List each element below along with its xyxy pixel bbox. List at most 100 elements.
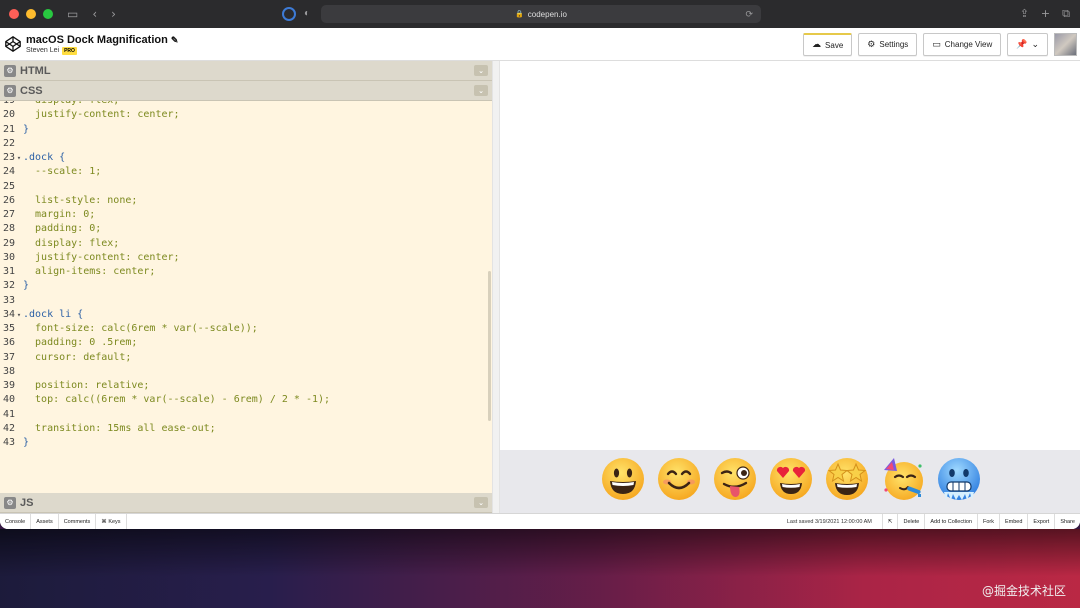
- forward-icon[interactable]: ›: [111, 7, 116, 21]
- code-line[interactable]: 34 ▾ .dock li {: [0, 308, 330, 322]
- code-line[interactable]: 20 justify-content: center;: [0, 108, 330, 122]
- fold-toggle-icon[interactable]: [15, 251, 23, 265]
- code-line[interactable]: 38: [0, 365, 330, 379]
- export-button[interactable]: Export: [1027, 514, 1054, 529]
- code-line[interactable]: 29 display: flex;: [0, 237, 330, 251]
- share-icon[interactable]: ⇪: [1020, 7, 1029, 21]
- code-line[interactable]: 19 display: flex;: [0, 101, 330, 108]
- fold-toggle-icon[interactable]: [15, 322, 23, 336]
- code-line[interactable]: 31 align-items: center;: [0, 265, 330, 279]
- shield-icon[interactable]: ◐: [304, 8, 310, 19]
- css-panel-header[interactable]: ⚙ CSS ⌄: [0, 81, 492, 101]
- close-window-button[interactable]: [9, 9, 19, 19]
- fold-toggle-icon[interactable]: [15, 436, 23, 450]
- zoom-window-button[interactable]: [43, 9, 53, 19]
- gear-icon[interactable]: ⚙: [4, 84, 16, 97]
- author-name[interactable]: Steven Lei: [26, 47, 59, 54]
- code-line[interactable]: 33: [0, 294, 330, 308]
- keys-button[interactable]: ⌘ Keys: [96, 514, 127, 529]
- code-line[interactable]: 42 transition: 15ms all ease-out;: [0, 422, 330, 436]
- fold-toggle-icon[interactable]: ▾: [15, 308, 23, 322]
- cold-face-icon[interactable]: [936, 456, 982, 502]
- code-line[interactable]: 37 cursor: default;: [0, 351, 330, 365]
- fold-toggle-icon[interactable]: [15, 351, 23, 365]
- grinning-face-icon[interactable]: [600, 456, 646, 502]
- code-line[interactable]: 28 padding: 0;: [0, 222, 330, 236]
- codepen-logo-icon[interactable]: [5, 36, 21, 52]
- html-panel-header[interactable]: ⚙ HTML ⌄: [0, 61, 492, 81]
- code-line[interactable]: 36 padding: 0 .5rem;: [0, 336, 330, 350]
- winking-tongue-face-icon[interactable]: [712, 456, 758, 502]
- heart-eyes-face-icon[interactable]: [768, 456, 814, 502]
- chevron-down-icon[interactable]: ⌄: [474, 85, 488, 96]
- css-code-editor[interactable]: 19 display: flex;20 justify-content: cen…: [0, 101, 492, 492]
- reload-icon[interactable]: ⟳: [745, 9, 753, 20]
- star-struck-face-icon[interactable]: [824, 456, 870, 502]
- smiling-face-icon[interactable]: [656, 456, 702, 502]
- fold-toggle-icon[interactable]: [15, 237, 23, 251]
- fold-toggle-icon[interactable]: [15, 279, 23, 293]
- js-panel-header[interactable]: ⚙ JS ⌄: [0, 493, 492, 513]
- fold-toggle-icon[interactable]: [15, 393, 23, 407]
- chevron-down-icon[interactable]: ⌄: [474, 497, 488, 508]
- pen-title[interactable]: macOS Dock Magnification: [26, 34, 168, 46]
- code-line[interactable]: 26 list-style: none;: [0, 194, 330, 208]
- back-icon[interactable]: ‹: [92, 7, 97, 21]
- chevron-down-icon[interactable]: ⌄: [474, 65, 488, 76]
- fold-toggle-icon[interactable]: [15, 365, 23, 379]
- code-line[interactable]: 22: [0, 137, 330, 151]
- fold-toggle-icon[interactable]: [15, 265, 23, 279]
- fold-toggle-icon[interactable]: [15, 180, 23, 194]
- code-line[interactable]: 24 --scale: 1;: [0, 165, 330, 179]
- code-line[interactable]: 30 justify-content: center;: [0, 251, 330, 265]
- new-tab-icon[interactable]: +: [1041, 7, 1050, 21]
- gear-icon[interactable]: ⚙: [4, 64, 16, 77]
- code-line[interactable]: 41: [0, 408, 330, 422]
- fork-button[interactable]: Fork: [976, 514, 999, 529]
- fold-toggle-icon[interactable]: [15, 165, 23, 179]
- fold-toggle-icon[interactable]: [15, 294, 23, 308]
- fold-toggle-icon[interactable]: [15, 336, 23, 350]
- share-button[interactable]: Share: [1054, 514, 1080, 529]
- fold-toggle-icon[interactable]: [15, 208, 23, 222]
- code-line[interactable]: 27 margin: 0;: [0, 208, 330, 222]
- code-line[interactable]: 25: [0, 180, 330, 194]
- embed-button[interactable]: Embed: [998, 514, 1027, 529]
- minimize-window-button[interactable]: [26, 9, 36, 19]
- console-button[interactable]: Console: [0, 514, 32, 529]
- edit-pencil-icon[interactable]: ✎: [171, 35, 179, 45]
- fold-toggle-icon[interactable]: [15, 194, 23, 208]
- code-line[interactable]: 32}: [0, 279, 330, 293]
- resize-divider[interactable]: [492, 61, 500, 513]
- code-line[interactable]: 43}: [0, 436, 330, 450]
- code-line[interactable]: 39 position: relative;: [0, 379, 330, 393]
- code-line[interactable]: 35 font-size: calc(6rem * var(--scale));: [0, 322, 330, 336]
- gear-icon[interactable]: ⚙: [4, 496, 16, 509]
- save-button[interactable]: ☁ Save: [803, 33, 853, 56]
- fold-toggle-icon[interactable]: [15, 379, 23, 393]
- code-line[interactable]: 40 top: calc((6rem * var(--scale) - 6rem…: [0, 393, 330, 407]
- change-view-button[interactable]: ▭ Change View: [923, 33, 1002, 56]
- fold-toggle-icon[interactable]: [15, 422, 23, 436]
- fold-toggle-icon[interactable]: [15, 222, 23, 236]
- partying-face-icon[interactable]: [880, 456, 926, 502]
- open-external-icon[interactable]: ⇱: [881, 514, 898, 529]
- pin-menu-button[interactable]: 📌 ⌄: [1007, 33, 1048, 56]
- fold-toggle-icon[interactable]: [15, 137, 23, 151]
- privacy-icon[interactable]: [282, 7, 296, 21]
- delete-button[interactable]: Delete: [897, 514, 924, 529]
- code-line[interactable]: 21}: [0, 123, 330, 137]
- address-bar[interactable]: 🔒 codepen.io ⟳: [321, 5, 761, 23]
- fold-toggle-icon[interactable]: [15, 123, 23, 137]
- add-to-collection-button[interactable]: Add to Collection: [924, 514, 977, 529]
- fold-toggle-icon[interactable]: [15, 101, 23, 108]
- user-avatar[interactable]: [1054, 33, 1077, 56]
- sidebar-icon[interactable]: ▭: [67, 7, 78, 21]
- tabs-overview-icon[interactable]: ⧉: [1062, 7, 1070, 21]
- fold-toggle-icon[interactable]: [15, 108, 23, 122]
- code-line[interactable]: 23 ▾ .dock {: [0, 151, 330, 165]
- comments-button[interactable]: Comments: [59, 514, 97, 529]
- editor-scrollbar[interactable]: [488, 271, 491, 421]
- settings-button[interactable]: ⚙ Settings: [858, 33, 918, 56]
- fold-toggle-icon[interactable]: ▾: [15, 151, 23, 165]
